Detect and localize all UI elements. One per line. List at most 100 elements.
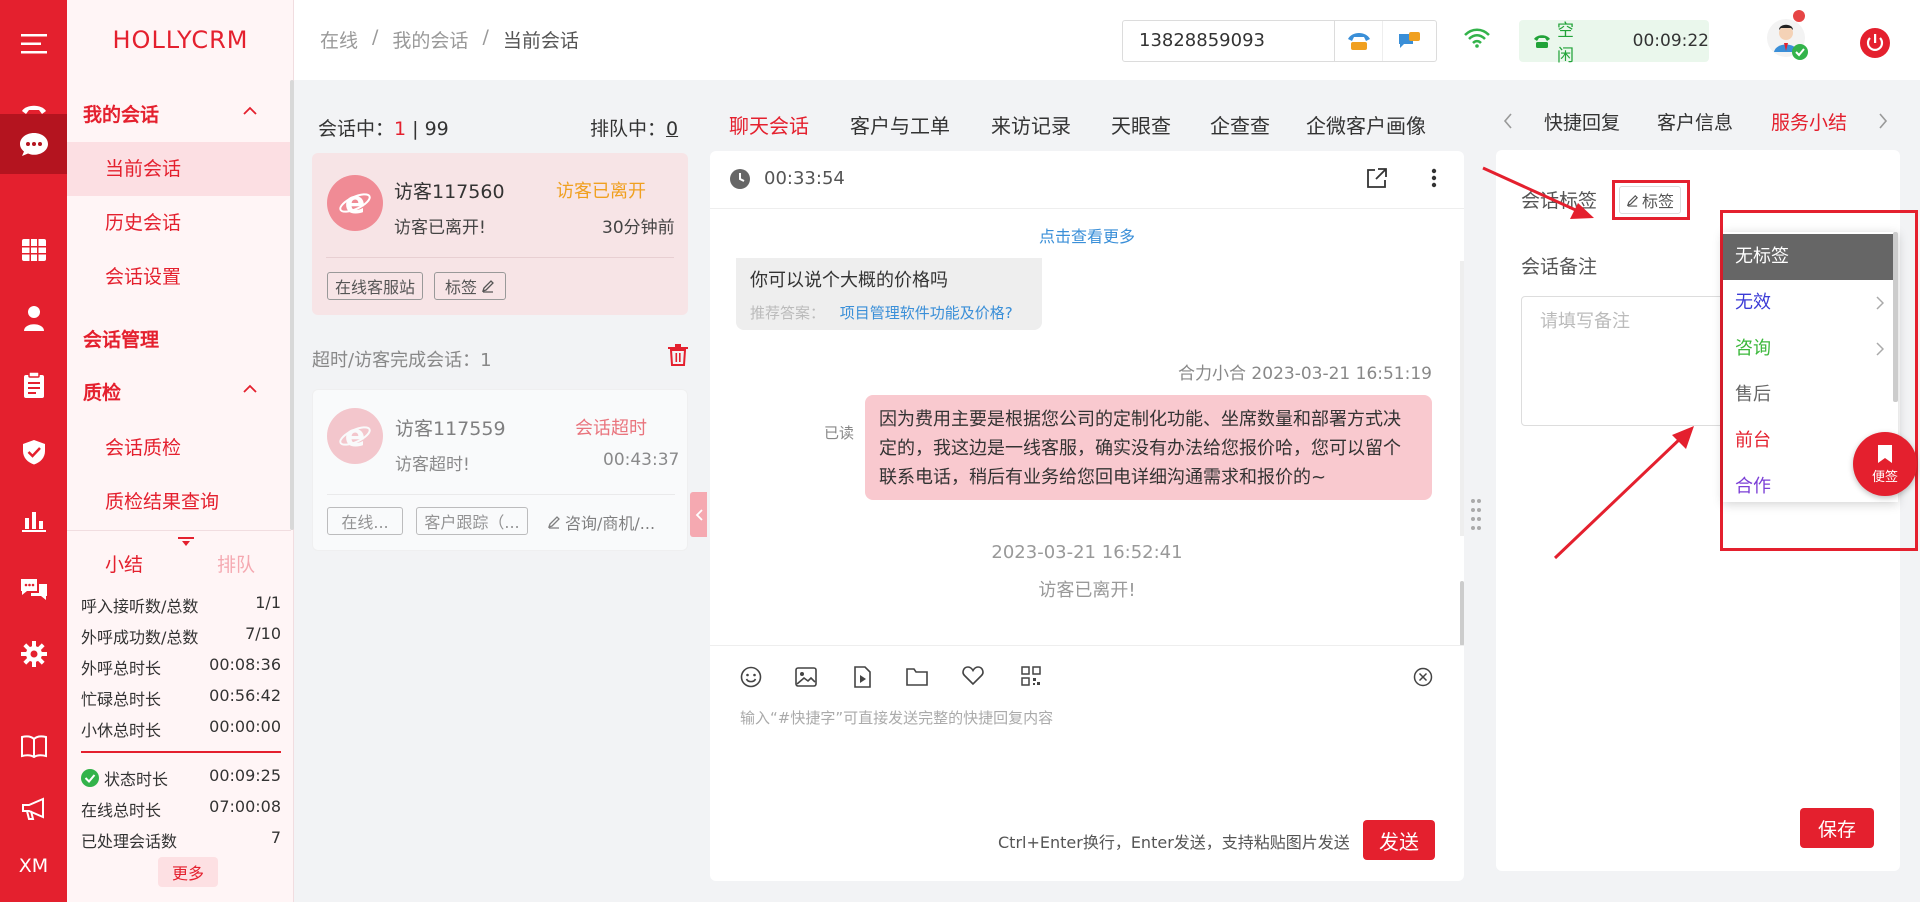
tab-customer-orders[interactable]: 客户与工单: [850, 110, 950, 139]
divider: [710, 208, 1464, 209]
load-more-link[interactable]: 点击查看更多: [710, 223, 1464, 247]
tab-chat[interactable]: 聊天会话: [729, 110, 809, 139]
folder-icon[interactable]: [906, 666, 928, 686]
trash-icon[interactable]: [668, 344, 688, 366]
agent-status[interactable]: 空闲 00:09:22: [1519, 20, 1709, 66]
chat-icon[interactable]: [0, 114, 67, 174]
dropdown-item-after-sales[interactable]: 售后: [1723, 372, 1898, 418]
tab-tianyancha[interactable]: 天眼查: [1111, 110, 1171, 139]
chevron-left-icon[interactable]: [1503, 113, 1513, 129]
avatar[interactable]: [1766, 10, 1808, 60]
chevron-right-icon: [1876, 296, 1884, 310]
tag-edit-chip[interactable]: 咨询/商机/...: [547, 510, 655, 534]
more-button[interactable]: 更多: [158, 857, 218, 887]
bookmark-icon: [1877, 444, 1893, 464]
breadcrumb-item[interactable]: 我的会话: [392, 26, 468, 53]
nav-item-quality-results[interactable]: 质检结果查询: [67, 475, 291, 529]
stat-value: 1/1: [255, 593, 281, 612]
tag-edit-chip[interactable]: 标签: [434, 272, 506, 300]
emoji-icon[interactable]: [740, 666, 762, 688]
more-vertical-icon[interactable]: [1431, 168, 1437, 188]
tab-qichacha[interactable]: 企查查: [1210, 110, 1270, 139]
count: 1: [394, 118, 407, 140]
collapse-left-button[interactable]: [690, 492, 707, 537]
item-label: 前台: [1735, 430, 1771, 451]
breadcrumb-item[interactable]: 在线: [320, 26, 358, 53]
grid-icon[interactable]: [0, 216, 67, 283]
session-card-timeout[interactable]: e 访客117559 会话超时 访客超时! 00:43:37 在线... 客户跟…: [312, 389, 688, 551]
dropdown-item-consult[interactable]: 咨询: [1723, 326, 1898, 372]
tab-wecom-profile[interactable]: 企微客户画像: [1306, 110, 1426, 139]
share-icon[interactable]: [1366, 167, 1388, 189]
count[interactable]: 0: [666, 118, 678, 140]
video-icon[interactable]: [851, 666, 873, 688]
nav-item-history-session[interactable]: 历史会话: [67, 196, 291, 250]
tag-chip[interactable]: 在线客服站: [327, 272, 423, 300]
save-button[interactable]: 保存: [1800, 808, 1874, 848]
drag-handle-icon[interactable]: [1470, 498, 1482, 530]
clipboard-icon[interactable]: [0, 351, 67, 418]
gear-icon[interactable]: [0, 620, 67, 687]
active-sessions-count: 会话中：1 | 99: [318, 114, 449, 141]
nav-group-session-management[interactable]: 会话管理: [83, 325, 159, 352]
send-button[interactable]: 发送: [1363, 820, 1435, 860]
stat-row: 在线总时长 07:00:08: [81, 797, 281, 821]
top-bar: 在线 / 我的会话 / 当前会话 13828859093 空闲 00:09:22: [294, 0, 1920, 80]
label: 会话中：: [318, 118, 395, 140]
nav-group-quality[interactable]: 质检: [83, 378, 283, 405]
nav-group-label: 我的会话: [83, 104, 160, 126]
shield-icon[interactable]: [0, 418, 67, 485]
qrcode-icon[interactable]: [1021, 666, 1041, 686]
bar-chart-icon[interactable]: [0, 486, 67, 553]
image-icon[interactable]: [795, 666, 817, 688]
nav-group-label: 质检: [83, 382, 122, 404]
tag-button[interactable]: 标签: [1619, 186, 1681, 214]
edit-icon: [481, 279, 495, 293]
chevron-right-icon: [1876, 342, 1884, 356]
nav-scrollbar[interactable]: [290, 80, 294, 530]
chat-scrollbar[interactable]: [1460, 581, 1464, 646]
power-icon[interactable]: [1860, 28, 1890, 58]
item-label: 合作: [1735, 476, 1771, 497]
dropdown-item-no-tag[interactable]: 无标签: [1723, 234, 1898, 280]
dropdown-scrollbar[interactable]: [1893, 232, 1898, 402]
menu-icon[interactable]: [0, 10, 67, 77]
nav-group-my-sessions[interactable]: 我的会话: [83, 100, 283, 127]
tab-quick-reply[interactable]: 快捷回复: [1544, 108, 1620, 135]
close-circle-icon[interactable]: [1413, 667, 1433, 687]
recommend-link[interactable]: 项目管理软件功能及价格?: [840, 304, 1013, 322]
svg-text:e: e: [345, 186, 365, 220]
session-card-active[interactable]: e 访客117560 访客已离开 访客已离开! 30分钟前 在线客服站 标签: [312, 153, 688, 315]
dropdown-item-invalid[interactable]: 无效: [1723, 280, 1898, 326]
session-duration: 00:33:54: [764, 168, 845, 189]
nav-item-current-session[interactable]: 当前会话: [67, 142, 291, 196]
item-label: 咨询: [1735, 338, 1771, 359]
comments-icon[interactable]: [0, 555, 67, 622]
tab-queue[interactable]: 排队: [217, 550, 255, 577]
user-icon[interactable]: [0, 284, 67, 351]
tag-chip[interactable]: 在线...: [327, 507, 403, 535]
message-bubble-icon[interactable]: [1383, 21, 1435, 61]
stat-value: 00:00:00: [209, 717, 281, 736]
tab-summary[interactable]: 小结: [105, 550, 143, 577]
tag-chip[interactable]: 客户跟踪（...: [416, 507, 528, 535]
tab-customer-info[interactable]: 客户信息: [1657, 108, 1733, 135]
tab-visit-records[interactable]: 来访记录: [991, 110, 1071, 139]
stat-row: 已处理会话数 7: [81, 828, 281, 852]
heart-icon[interactable]: [962, 666, 984, 686]
stat-label: 忙碌总时长: [81, 690, 162, 709]
float-button-label: 便签: [1871, 469, 1898, 485]
phone-input[interactable]: 13828859093: [1123, 21, 1335, 61]
dial-phone-icon[interactable]: [1335, 21, 1383, 61]
floating-note-button[interactable]: 便签: [1853, 432, 1917, 496]
tab-service-summary[interactable]: 服务小结: [1771, 108, 1847, 135]
megaphone-icon[interactable]: [0, 775, 67, 842]
stat-value: 00:08:36: [209, 655, 281, 674]
tag-button-label: 标签: [1641, 192, 1674, 211]
nav-item-session-quality[interactable]: 会话质检: [67, 421, 291, 475]
nav-item-session-settings[interactable]: 会话设置: [67, 250, 291, 304]
chevron-right-icon[interactable]: [1878, 113, 1888, 129]
message-input[interactable]: 输入“#快捷字”可直接发送完整的快捷回复内容: [740, 707, 1053, 728]
stat-label: 外呼成功数/总数: [81, 628, 199, 647]
book-icon[interactable]: [0, 712, 67, 779]
